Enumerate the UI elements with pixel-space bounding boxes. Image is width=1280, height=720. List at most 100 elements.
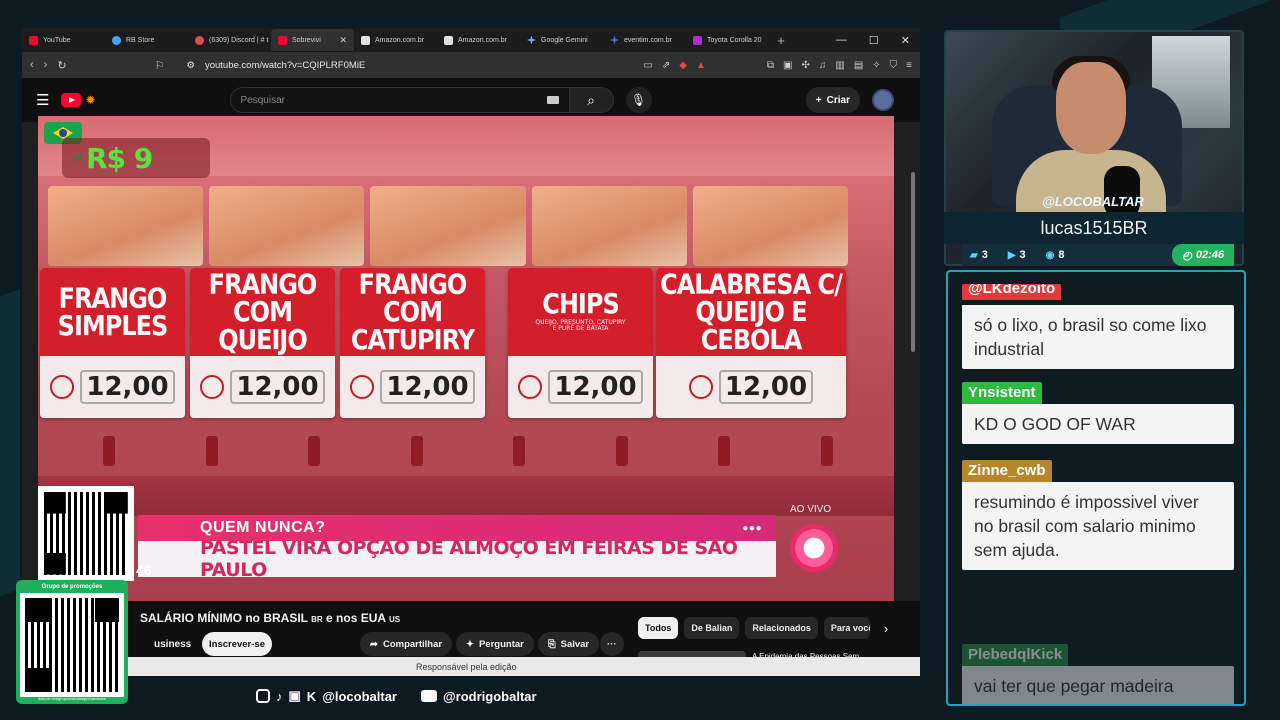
wallet-icon[interactable]: ▤ (854, 60, 863, 71)
avatar[interactable] (872, 89, 894, 111)
chip-todos[interactable]: Todos (638, 617, 679, 639)
sign-price: 12,00 (380, 370, 475, 404)
create-label: Criar (826, 94, 850, 106)
minimize-icon[interactable]: — (836, 34, 847, 47)
sign-price: 12,00 (718, 370, 814, 404)
tab-label: RB Store (126, 36, 155, 44)
menu-sign: CALABRESA C/ QUEIJO E CEBOLA 12,00 (656, 268, 846, 418)
title-mid: e nos EUA (326, 611, 386, 625)
tab-bar: YouTube RB Store (6309) Discord | # t So… (22, 28, 920, 52)
tab-amazon[interactable]: Amazon.com.br (354, 29, 437, 51)
video-player[interactable]: MÍ R$ 9 FRANGO SIMPLES 12,00 FRANGO COM … (38, 116, 894, 601)
puzzle-icon[interactable]: ✣ (801, 60, 809, 71)
search-button[interactable]: ⌕ (569, 87, 614, 113)
news-headline: PASTEL VIRA OPÇÃO DE ALMOÇO EM FEIRAS DE… (200, 537, 738, 581)
site-info-icon[interactable]: ⚙ (186, 60, 195, 71)
promo-url: rbstore.net/grupos/whatsapp/hardware (37, 696, 107, 701)
search-input[interactable]: Pesquisar (229, 87, 570, 113)
tab-sobrevivi[interactable]: Sobrevivi ✕ (271, 29, 354, 51)
tab-youtube[interactable]: YouTube (22, 29, 105, 51)
url-text: youtube.com/watch?v=CQIPLRF0MiE (204, 59, 366, 71)
bookmark-icon[interactable]: ⚐ (155, 59, 165, 72)
pastel-image (48, 186, 204, 266)
pastel-image (531, 186, 687, 266)
chat-text: só o lixo, o brasil so come lixo industr… (962, 305, 1234, 369)
chip-de-balian[interactable]: De Balian (684, 617, 740, 639)
new-tab-button[interactable]: + (769, 33, 793, 48)
voice-search-button[interactable]: 🎙 (625, 87, 652, 113)
menu-icon[interactable]: ≡ (906, 60, 912, 71)
screenshot-icon[interactable]: ▣ (783, 60, 792, 71)
reload-icon[interactable]: ↻ (57, 59, 66, 72)
more-actions-button[interactable]: ··· (600, 632, 624, 656)
forward-icon[interactable]: › (44, 59, 48, 71)
pastel-image (209, 186, 365, 266)
scrollbar[interactable] (911, 102, 917, 672)
microphone-icon (1104, 166, 1140, 218)
create-button[interactable]: + Criar (805, 87, 860, 113)
sign-name: FRANGO COM CATUPIRY (350, 268, 475, 356)
channel-name[interactable]: usiness (154, 639, 191, 650)
sign-clips (58, 436, 878, 476)
sign-price: 12,00 (548, 370, 643, 404)
tab-rb-store[interactable]: RB Store (105, 29, 188, 51)
instagram-icon (256, 689, 270, 703)
close-icon[interactable]: ✕ (901, 34, 910, 47)
chat-message: PlebedqlKick vai ter que pegar madeira (962, 644, 1234, 704)
chip-relacionados[interactable]: Relacionados (745, 617, 818, 639)
save-button[interactable]: ⎘ Salvar (538, 632, 600, 656)
sidebar-icon[interactable]: ▥ (835, 60, 844, 71)
video-details: SALÁRIO MÍNIMO no BRASIL BR e nos EUA US… (22, 601, 920, 676)
dots-icon: ●●● (742, 522, 762, 534)
ask-button[interactable]: ✦ Perguntar (456, 632, 534, 656)
menu-sign: FRANGO COM QUEIJO 12,00 (190, 268, 335, 418)
chat-message: Zinne_cwb resumindo é impossivel viver n… (962, 460, 1234, 570)
discord-favicon-icon (195, 35, 204, 45)
pastel-display (48, 186, 849, 266)
music-icon[interactable]: ♫ (819, 60, 827, 71)
tab-gemini[interactable]: Google Gemini (520, 29, 603, 51)
hamburger-menu-icon[interactable]: ☰ (36, 91, 49, 109)
close-tab-icon[interactable]: ✕ (339, 35, 347, 46)
url-field[interactable]: ⚙ youtube.com/watch?v=CQIPLRF0MiE (174, 60, 633, 71)
maximize-icon[interactable]: ☐ (869, 34, 879, 47)
tab-label: YouTube (43, 36, 71, 44)
ai-icon[interactable]: ✧ (872, 60, 880, 71)
plus-icon: + (815, 94, 822, 106)
rewards-icon[interactable]: ▲ (696, 60, 706, 71)
twitch-icon: ▣ (288, 688, 301, 703)
qr-overlay-label: 46 (136, 562, 152, 578)
tab-label: Sobrevivi (292, 36, 321, 44)
tab-eventim[interactable]: eventim.com.br (603, 29, 686, 51)
tab-discord[interactable]: (6309) Discord | # t (188, 29, 271, 51)
menu-sign: FRANGO COM CATUPIRY 12,00 (340, 268, 485, 418)
chat-username: @LKdezoito (962, 284, 1062, 300)
brave-shield-icon[interactable]: ◆ (679, 60, 687, 71)
share-button[interactable]: ➦ Compartilhar (360, 632, 453, 656)
keyboard-icon[interactable] (546, 96, 559, 104)
subscribe-button[interactable]: Inscrever-se (202, 632, 272, 656)
sign-name: CALABRESA C/ QUEIJO E CEBOLA (660, 268, 843, 356)
extensions-icon[interactable]: ⧉ (767, 60, 774, 71)
promo-label: Grupo de promoções (41, 584, 103, 590)
chevron-right-icon[interactable]: › (884, 621, 888, 636)
tab-label: eventim.com.br (624, 36, 672, 44)
tiktok-icon: ♪ (276, 688, 283, 704)
globo-logo-icon (790, 524, 838, 572)
stats-bar: ▰ 3 ▶ 3 ◉ 8 ◴ 02:46 (962, 244, 1234, 266)
senac-logo-icon (688, 375, 713, 399)
tab-amazon[interactable]: Amazon.com.br (437, 29, 520, 51)
chip-para-voce[interactable]: Para você (823, 617, 870, 639)
menu-sign: FRANGO SIMPLES 12,00 (40, 268, 185, 418)
clock-icon: ◴ (1182, 249, 1192, 262)
streamer-handle: @LOCOBALTAR (1042, 194, 1144, 209)
streamer-face (1056, 62, 1126, 154)
vpn-icon[interactable]: ⛉ (890, 60, 898, 71)
back-icon[interactable]: ‹ (30, 59, 34, 71)
news-lower-third: QUEM NUNCA? ●●● PASTEL VIRA OPÇÃO DE ALMO… (138, 515, 776, 581)
youtube-logo-icon[interactable] (61, 93, 82, 107)
tab-toyota[interactable]: Toyota Corolla 20 (686, 29, 769, 51)
share-icon[interactable]: ⇗ (662, 60, 670, 71)
cast-icon[interactable]: ▭ (643, 60, 652, 71)
chat-username: Ynsistent (962, 382, 1042, 404)
